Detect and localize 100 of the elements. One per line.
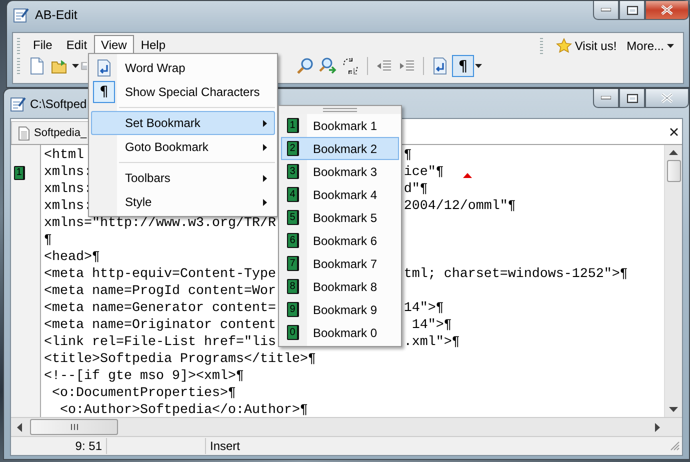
menu-item[interactable]: 2 Bookmark 2 [281, 137, 399, 160]
code-line: tml; charset=windows-1252">¶ [404, 266, 628, 283]
menu-item[interactable]: 4 Bookmark 4 [281, 183, 399, 206]
visit-link[interactable]: Visit us! [552, 38, 620, 54]
maximize-icon [626, 94, 638, 102]
code-line: xmlns: [44, 181, 92, 198]
code-line: d"¶ [404, 181, 428, 198]
maximize-button[interactable] [619, 1, 645, 20]
pilcrow-icon: ¶ [93, 81, 115, 103]
code-line: xmlns="http://www.w3.org/TR/R [44, 215, 276, 232]
minimize-icon [601, 8, 611, 12]
show-characters-button[interactable]: ¶ [452, 55, 474, 77]
toolbar-grip[interactable] [17, 38, 20, 54]
scroll-thumb[interactable] [30, 419, 118, 435]
indent-icon [399, 59, 415, 73]
menu-item[interactable]: 0 Bookmark 0 [281, 321, 399, 344]
menu-item[interactable]: Style [91, 190, 275, 214]
bookmark-digit: 6 [287, 233, 299, 248]
code-line: ice"¶ [404, 164, 444, 181]
tab-label: Softpedia_ [34, 127, 87, 139]
submenu-arrow-icon [263, 144, 267, 150]
toolbar-grip[interactable] [17, 58, 20, 74]
code-line: <html [44, 147, 84, 164]
code-line: <!--[if gte mso 9]><xml>¶ [44, 368, 244, 385]
close-button[interactable] [645, 1, 689, 20]
app-icon [10, 96, 26, 112]
bookmark-digit: 4 [287, 187, 299, 202]
star-icon [556, 38, 572, 54]
replace-icon [342, 57, 360, 75]
caret-icon [667, 44, 674, 48]
toolbar-grip[interactable] [540, 38, 543, 54]
more-button[interactable]: More... [624, 39, 677, 53]
code-line: <title>Softpedia Programs</title>¶ [44, 351, 316, 368]
bookmark-digit: 8 [287, 279, 299, 294]
code-line: <meta name=Originator content [44, 317, 276, 334]
menu-item[interactable]: 1 Bookmark 1 [281, 114, 399, 137]
menu-item[interactable]: 6 Bookmark 6 [281, 229, 399, 252]
menu-item[interactable]: Help [134, 35, 173, 54]
document-icon [18, 126, 30, 140]
menu-item[interactable]: Word Wrap [91, 56, 275, 80]
window-title: AB-Edit [35, 8, 78, 22]
caret-icon[interactable] [72, 64, 79, 68]
minimize-button[interactable] [593, 1, 619, 20]
open-icon [51, 58, 69, 74]
menu-item[interactable]: ¶ Show Special Characters [91, 80, 275, 104]
scroll-left-icon[interactable] [17, 422, 22, 432]
outdent-icon [376, 59, 392, 73]
code-line: xmlns: [44, 164, 92, 181]
scroll-right-icon[interactable] [655, 422, 660, 432]
scroll-thumb[interactable] [666, 160, 680, 182]
menu-item[interactable]: Set Bookmark [91, 111, 275, 135]
menu-item[interactable]: 5 Bookmark 5 [281, 206, 399, 229]
bookmark-digit: 1 [287, 118, 299, 133]
code-line: .xml">¶ [404, 334, 460, 351]
bookmark-digit: 3 [287, 164, 299, 179]
bookmark-digit: 0 [287, 325, 299, 340]
scroll-up-icon[interactable] [669, 150, 678, 155]
menu-item[interactable]: 8 Bookmark 8 [281, 275, 399, 298]
submenu-arrow-icon [263, 198, 267, 206]
code-line: ¶ [404, 147, 412, 164]
menu-item[interactable]: Toolbars [91, 166, 275, 190]
app-icon [13, 7, 29, 23]
menu-item[interactable]: File [26, 35, 60, 54]
triangle-icon [463, 173, 472, 178]
find-next-icon [319, 57, 337, 75]
submenu-arrow-icon [263, 120, 267, 126]
menu-item[interactable]: Edit [59, 35, 94, 54]
code-line: <head>¶ [44, 249, 100, 266]
bookmark-digit: 5 [287, 210, 299, 225]
code-line: 14">¶ [404, 300, 444, 317]
code-line: <meta name=ProgId content=Wor [44, 283, 276, 300]
submenu-arrow-icon [263, 174, 267, 182]
menu-grip-icon[interactable] [323, 108, 357, 112]
menu-item[interactable]: Goto Bookmark [91, 135, 275, 159]
edit-mode: Insert [210, 439, 240, 453]
maximize-button[interactable] [619, 89, 645, 108]
maximize-icon [626, 6, 638, 14]
close-icon [661, 5, 673, 15]
menu-item[interactable]: 7 Bookmark 7 [281, 252, 399, 275]
minimize-icon [601, 96, 611, 100]
resize-grip-icon[interactable] [670, 441, 680, 451]
menu-item[interactable]: View [94, 35, 134, 54]
scroll-down-icon[interactable] [669, 407, 678, 412]
word-wrap-icon [432, 57, 448, 75]
code-line: <link rel=File-List href="lis [44, 334, 276, 351]
close-tab-icon[interactable] [670, 128, 678, 136]
close-button[interactable] [645, 89, 689, 108]
code-line: 2004/12/omml"¶ [404, 198, 516, 215]
close-icon [661, 93, 673, 103]
bookmark-digit: 7 [287, 256, 299, 271]
minimize-button[interactable] [593, 89, 619, 108]
code-line: <meta name=Generator content= [44, 300, 276, 317]
caret-icon[interactable] [475, 64, 482, 68]
code-line: <meta http-equiv=Content-Type [44, 266, 276, 283]
bookmark-digit: 2 [287, 141, 299, 156]
menu-item[interactable]: 3 Bookmark 3 [281, 160, 399, 183]
code-line: <o:Author>Softpedia</o:Author>¶ [58, 402, 308, 417]
code-line: 14">¶ [410, 317, 452, 334]
find-icon [296, 57, 314, 75]
menu-item[interactable]: 9 Bookmark 9 [281, 298, 399, 321]
